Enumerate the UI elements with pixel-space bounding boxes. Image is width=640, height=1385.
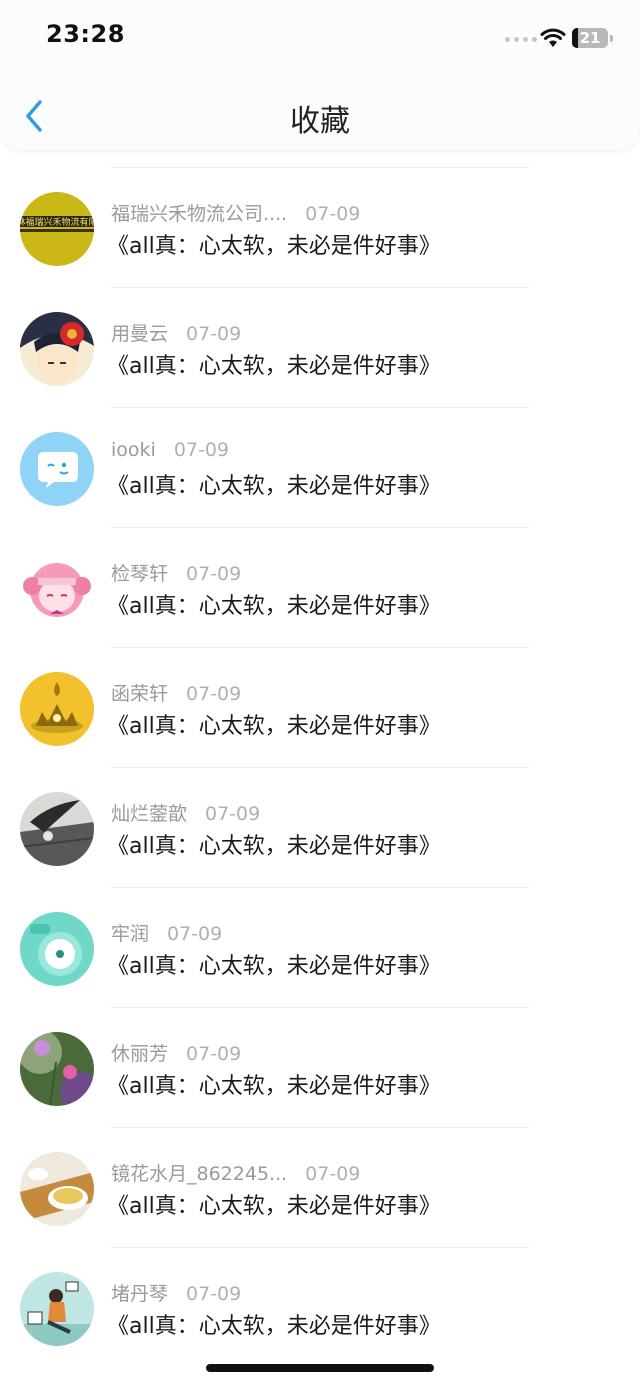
list-item[interactable]: 函荣轩 07-09 《all真：心太软，未必是件好事》 <box>0 630 640 750</box>
divider <box>110 287 530 288</box>
item-title: 《all真：心太软，未必是件好事》 <box>107 954 441 979</box>
item-author: 牢润 <box>111 923 150 945</box>
avatar[interactable] <box>20 912 94 986</box>
item-date: 07-09 <box>305 1163 361 1185</box>
avatar[interactable] <box>20 1272 94 1346</box>
avatar[interactable] <box>20 792 94 866</box>
item-author: 用曼云 <box>111 323 169 345</box>
item-author: 检琴轩 <box>111 563 169 585</box>
page-title: 收藏 <box>290 104 350 139</box>
item-title: 《all真：心太软，未必是件好事》 <box>107 1194 441 1219</box>
item-title: 《all真：心太软，未必是件好事》 <box>107 1074 441 1099</box>
item-author: 休丽芳 <box>111 1043 169 1065</box>
item-title: 《all真：心太软，未必是件好事》 <box>107 834 441 859</box>
avatar[interactable] <box>20 312 94 386</box>
item-date: 07-09 <box>186 1043 242 1065</box>
list-item[interactable]: 镜花水月_862245... 07-09 《all真：心太软，未必是件好事》 <box>0 1110 640 1230</box>
item-author: 灿烂蓥歆 <box>111 803 188 825</box>
status-time: 23:28 <box>46 20 125 48</box>
list-item[interactable]: 灿烂蓥歆 07-09 《all真：心太软，未必是件好事》 <box>0 750 640 870</box>
favorites-list: 林福瑞兴禾物流有限 福瑞兴禾物流公司.... 07-09 《all真：心太软，未必… <box>0 150 640 1350</box>
item-author: iooki <box>111 439 156 461</box>
item-date: 07-09 <box>205 803 261 825</box>
item-title: 《all真：心太软，未必是件好事》 <box>107 1314 441 1339</box>
item-date: 07-09 <box>173 439 230 461</box>
divider <box>110 1007 530 1008</box>
item-author: 镜花水月_862245... <box>111 1163 288 1185</box>
avatar[interactable] <box>20 672 94 746</box>
divider <box>110 647 530 648</box>
list-item[interactable]: 牢润 07-09 《all真：心太软，未必是件好事》 <box>0 870 640 990</box>
avatar[interactable] <box>20 1152 94 1226</box>
divider <box>110 887 530 888</box>
avatar[interactable] <box>20 432 94 506</box>
wifi-icon <box>540 28 566 47</box>
nav-header: 23:28 21 收藏 <box>0 0 640 150</box>
divider <box>110 1247 530 1248</box>
battery-cap <box>610 35 613 42</box>
item-title: 《all真：心太软，未必是件好事》 <box>107 234 441 259</box>
item-date: 07-09 <box>186 1283 242 1305</box>
battery-level: 21 <box>579 29 601 47</box>
avatar[interactable] <box>20 552 94 626</box>
item-date: 07-09 <box>186 323 242 345</box>
avatar[interactable]: 林福瑞兴禾物流有限 <box>20 192 94 266</box>
home-indicator[interactable] <box>206 1364 434 1372</box>
item-date: 07-09 <box>167 923 223 945</box>
list-item[interactable]: iooki 07-09 《all真：心太软，未必是件好事》 <box>0 390 640 510</box>
avatar[interactable] <box>20 1032 94 1106</box>
divider <box>110 167 530 168</box>
list-item[interactable]: 用曼云 07-09 《all真：心太软，未必是件好事》 <box>0 270 640 390</box>
list-item[interactable]: 检琴轩 07-09 《all真：心太软，未必是件好事》 <box>0 510 640 630</box>
item-date: 07-09 <box>305 203 361 225</box>
battery-icon: 21 <box>572 28 608 48</box>
item-author: 堵丹琴 <box>111 1283 169 1305</box>
divider <box>110 767 530 768</box>
item-title: 《all真：心太软，未必是件好事》 <box>107 354 441 379</box>
divider <box>110 407 530 408</box>
divider <box>110 1127 530 1128</box>
avatar-logo-text: 林福瑞兴禾物流有限 <box>20 216 94 228</box>
list-item[interactable]: 休丽芳 07-09 《all真：心太软，未必是件好事》 <box>0 990 640 1110</box>
item-title: 《all真：心太软，未必是件好事》 <box>107 474 441 499</box>
divider <box>110 527 530 528</box>
list-item[interactable]: 林福瑞兴禾物流有限 福瑞兴禾物流公司.... 07-09 《all真：心太软，未必… <box>0 150 640 270</box>
item-author: 函荣轩 <box>111 683 169 705</box>
item-title: 《all真：心太软，未必是件好事》 <box>107 594 441 619</box>
item-author: 福瑞兴禾物流公司.... <box>111 203 288 225</box>
list-item[interactable]: 堵丹琴 07-09 《all真：心太软，未必是件好事》 <box>0 1230 640 1350</box>
item-date: 07-09 <box>186 683 242 705</box>
signal-icon <box>505 37 537 42</box>
item-title: 《all真：心太软，未必是件好事》 <box>107 714 441 739</box>
item-date: 07-09 <box>186 563 242 585</box>
